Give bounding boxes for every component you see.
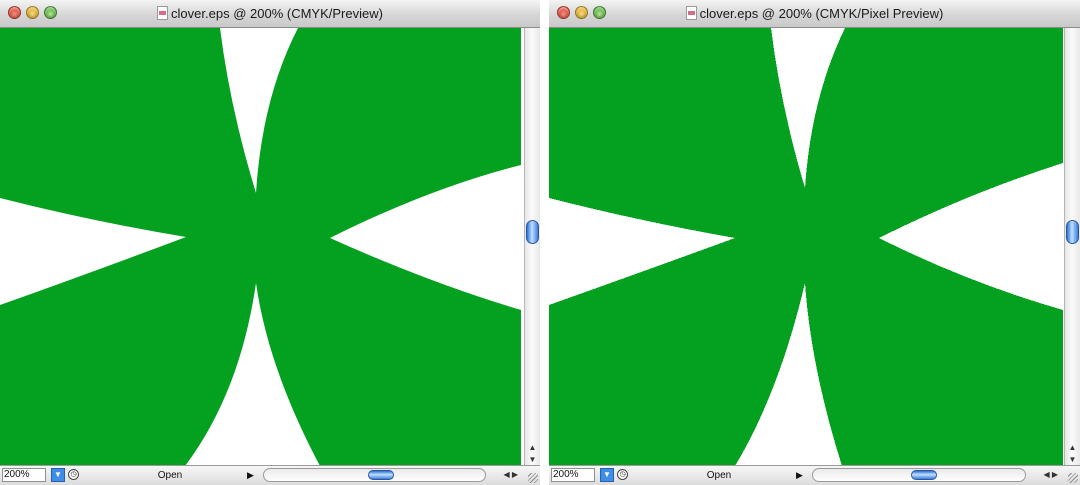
horizontal-scrollbar[interactable]: [263, 468, 486, 482]
clover-shape: [0, 28, 521, 466]
window-title-text: clover.eps @ 200% (CMYK/Preview): [171, 6, 383, 21]
vertical-scrollbar[interactable]: ▲ ▼: [1064, 28, 1080, 466]
zoom-field[interactable]: 200%: [551, 468, 595, 482]
document-window-pixel-preview: clover.eps @ 200% (CMYK/Pixel Preview) ▲…: [549, 0, 1080, 485]
document-icon: [157, 6, 169, 20]
window-title-text: clover.eps @ 200% (CMYK/Pixel Preview): [699, 6, 944, 21]
play-icon[interactable]: ▶: [796, 468, 803, 482]
window-title: clover.eps @ 200% (CMYK/Preview): [0, 6, 540, 21]
horizontal-scroll-thumb[interactable]: [368, 470, 394, 480]
zoom-field[interactable]: 200%: [2, 468, 46, 482]
document-icon: [685, 6, 697, 20]
clock-icon[interactable]: ◷: [617, 469, 628, 480]
vertical-scroll-arrows[interactable]: ▲ ▼: [1065, 442, 1080, 466]
horizontal-scroll-arrows[interactable]: ◀ ▶: [1043, 469, 1058, 481]
status-bar: 200% ▼ ◷ Open ▶ ◀ ▶: [0, 465, 540, 485]
window-title-bar[interactable]: clover.eps @ 200% (CMYK/Pixel Preview): [549, 0, 1080, 28]
vertical-scroll-thumb[interactable]: [526, 220, 539, 244]
clover-artwork: [0, 28, 521, 466]
clock-icon[interactable]: ◷: [68, 469, 79, 480]
vertical-scroll-thumb[interactable]: [1066, 220, 1079, 244]
document-canvas[interactable]: [0, 28, 521, 466]
horizontal-scroll-arrows[interactable]: ◀ ▶: [503, 469, 518, 481]
horizontal-scrollbar[interactable]: [812, 468, 1026, 482]
play-icon[interactable]: ▶: [247, 468, 254, 482]
status-bar: 200% ▼ ◷ Open ▶ ◀ ▶: [549, 465, 1080, 485]
clover-shape: [549, 28, 1063, 466]
window-title: clover.eps @ 200% (CMYK/Pixel Preview): [549, 6, 1080, 21]
vertical-scroll-arrows[interactable]: ▲ ▼: [525, 442, 540, 466]
zoom-menu-icon[interactable]: ▼: [51, 468, 65, 482]
resize-grip-icon[interactable]: [1068, 473, 1078, 483]
horizontal-scroll-thumb[interactable]: [911, 470, 937, 480]
document-canvas[interactable]: [549, 28, 1063, 466]
window-title-bar[interactable]: clover.eps @ 200% (CMYK/Preview): [0, 0, 540, 28]
status-info-label[interactable]: Open: [140, 469, 200, 482]
clover-artwork: [549, 28, 1063, 466]
status-info-label[interactable]: Open: [689, 469, 749, 482]
vertical-scrollbar[interactable]: ▲ ▼: [524, 28, 540, 466]
document-window-preview: clover.eps @ 200% (CMYK/Preview) ▲ ▼ 200%…: [0, 0, 540, 485]
zoom-menu-icon[interactable]: ▼: [600, 468, 614, 482]
resize-grip-icon[interactable]: [528, 473, 538, 483]
